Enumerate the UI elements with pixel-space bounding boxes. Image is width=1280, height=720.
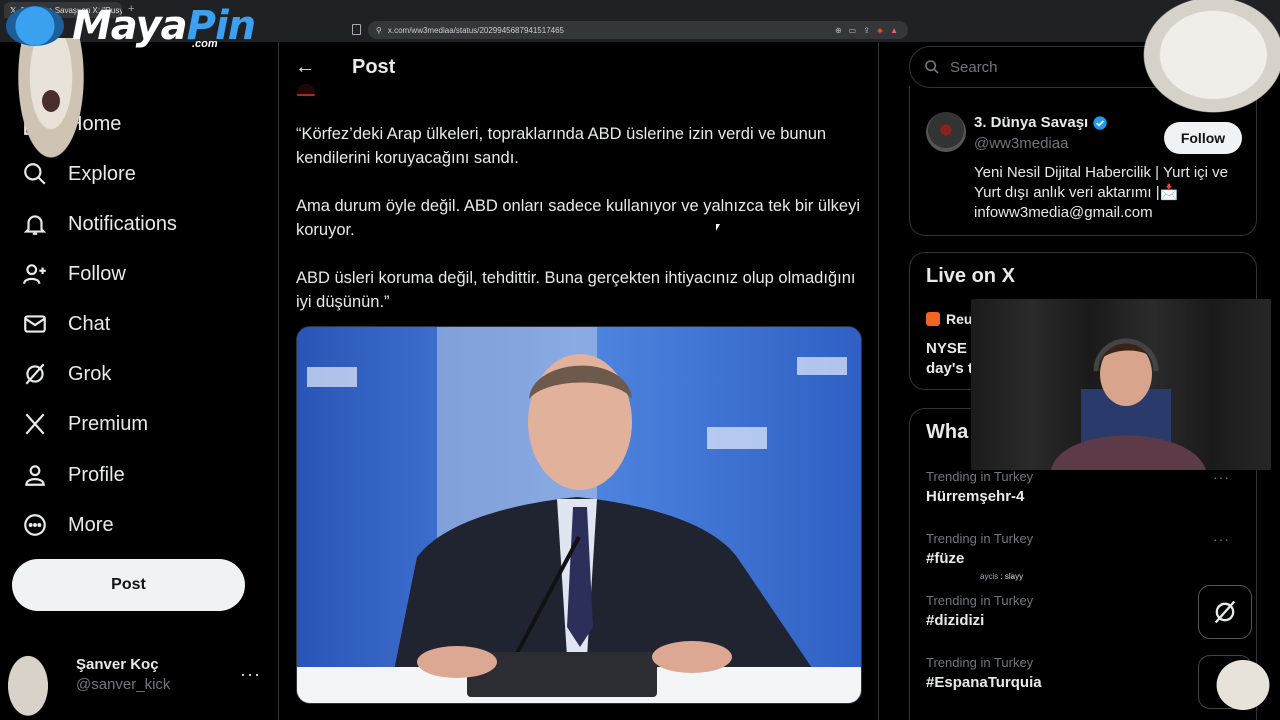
more-icon[interactable]: ··· [1213,531,1230,547]
account-switcher[interactable]: Şanver Koç @sanver_kick [76,656,170,693]
url-text: x.com/ww3mediaa/status/20299456879415174… [387,25,564,35]
post-header: ← Post [279,42,878,94]
more-icon[interactable]: ··· [1213,469,1230,485]
post-button[interactable]: Post [12,559,245,611]
profile-handle: @ww3mediaa [974,135,1069,152]
avatar[interactable] [926,112,966,152]
extension-icon[interactable]: ▲ [890,26,898,35]
verified-badge-icon [1093,115,1107,130]
grok-floating-button[interactable] [1198,585,1252,639]
cast-icon[interactable]: ▭ [849,26,857,35]
x-logo-icon [25,413,45,435]
tweet-paragraph: Ama durum öyle değil. ABD onları sadece … [296,197,861,239]
main-column: ← Post “Körfez’deki Arap ülkeleri, topra… [279,42,878,720]
nav-more[interactable]: More [22,505,114,545]
section-title: Live on X [926,265,1015,287]
grok-icon [25,363,45,385]
share-icon[interactable]: ⇪ [863,26,870,35]
zoom-icon[interactable]: ⊕ [835,26,842,35]
chat-message: slayy [1004,572,1024,581]
live-source[interactable]: Reu [926,311,972,327]
person-icon [25,465,45,486]
nav-label: Premium [68,412,149,435]
nav-label: Follow [68,262,126,285]
cat-sticker [0,644,56,720]
logo-suffix: .com [192,38,218,50]
webcam-overlay [971,299,1271,470]
nav-label: Grok [68,362,112,385]
streamer-illustration [1051,338,1206,470]
nav-label: More [68,513,114,536]
add-user-icon [23,264,46,285]
tweet-paragraph: ABD üsleri koruma değil, tehdittir. Buna… [296,269,856,311]
address-bar[interactable]: ⚲ x.com/ww3mediaa/status/202994568794151… [368,21,908,39]
cat-sticker [14,38,88,168]
nav-grok[interactable]: Grok [22,354,111,394]
nav-follow[interactable]: Follow [22,254,126,294]
page-title: Post [352,56,396,78]
back-arrow-icon[interactable]: ← [295,56,315,79]
nav-premium[interactable]: Premium [22,404,148,444]
trend-item[interactable]: Trending in Turkey #füze ··· [926,531,1246,567]
profile-bio: Yeni Nesil Dijital Habercilik | Yurt içi… [974,164,1228,221]
trend-meta: Trending in Turkey [926,469,1034,484]
trend-meta: Trending in Turkey [926,531,1034,546]
nav-label: Notifications [68,212,177,235]
chat-user: aycis [980,572,999,581]
nav-profile[interactable]: Profile [22,455,125,495]
nav-label: Profile [68,463,125,486]
search-icon [925,60,939,74]
logo-main: Maya [72,3,188,49]
live-source-name: Reu [946,311,973,327]
bell-icon [23,215,47,235]
trend-name: Hürremşehr-4 [926,488,1025,505]
account-handle: @sanver_kick [76,676,171,693]
stream-chat-message: aycis : slayy [980,572,1024,581]
profile-name: 3. Dünya Savaşı [974,114,1089,131]
trend-name: #füze [926,550,965,567]
section-title: Wha [926,421,969,443]
nav-label: Chat [68,312,111,335]
mail-icon [24,315,46,333]
reuters-icon [926,312,940,326]
tweet-photo[interactable] [296,326,862,704]
trend-item[interactable]: Trending in Turkey Hürremşehr-4 ··· [926,469,1246,505]
bookmark-icon[interactable] [352,24,361,35]
nav-chat[interactable]: Chat [22,304,110,344]
address-bar-icons: ⊕ ▭ ⇪ ◈ ▲ [835,26,898,35]
account-more-icon[interactable]: ··· [240,664,261,685]
site-logo: MayaPin [72,2,256,50]
nav-notifications[interactable]: Notifications [22,204,177,244]
cat-sticker [1206,650,1280,720]
site-settings-icon[interactable]: ⚲ [376,26,382,35]
shield-icon[interactable]: ◈ [877,26,883,35]
follow-button[interactable]: Follow [1164,122,1242,154]
profile-name-row[interactable]: 3. Dünya Savaşı [974,114,1108,131]
grok-icon [1214,600,1236,624]
tweet-paragraph: “Körfez’deki Arap ülkeleri, topraklarınd… [296,125,827,167]
mascot-logo [6,6,64,46]
photo-illustration [297,327,861,703]
more-circle-icon [24,514,46,536]
account-name: Şanver Koç [76,656,159,673]
cat-sticker [1132,0,1280,122]
mouse-cursor-icon [716,224,720,231]
tweet-text: “Körfez’deki Arap ülkeleri, topraklarınd… [296,122,866,338]
